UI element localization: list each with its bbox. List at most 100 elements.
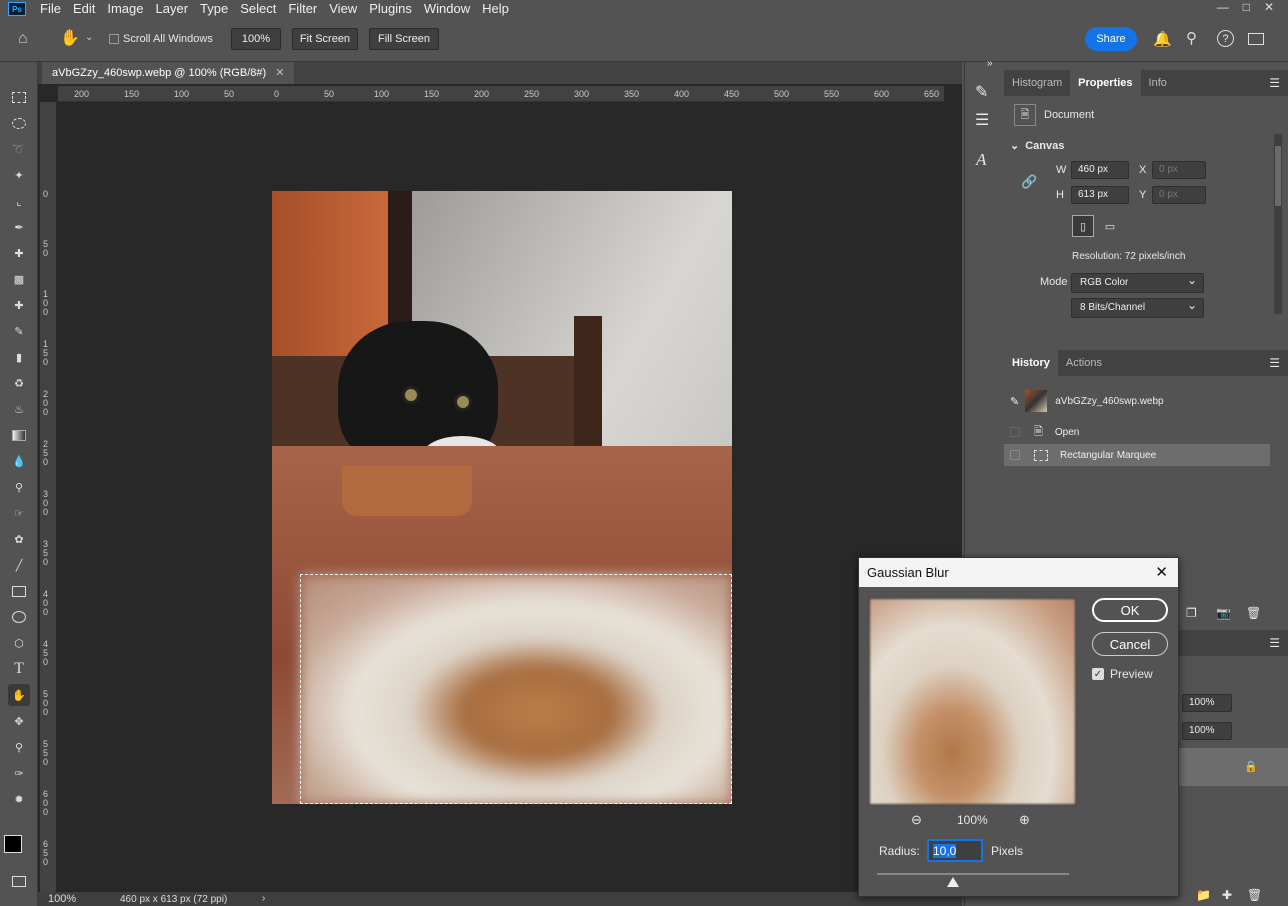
hand-tool-icon[interactable]: ✋	[60, 28, 80, 48]
elliptical-marquee-icon[interactable]	[8, 112, 30, 134]
status-zoom[interactable]: 100%	[48, 893, 76, 905]
zoom-in-icon[interactable]: ⊕	[1019, 812, 1030, 828]
radius-slider-track[interactable]	[877, 873, 1069, 875]
new-document-icon[interactable]: ❐	[1186, 606, 1197, 620]
pen-tool-icon[interactable]: ✑	[8, 762, 30, 784]
y-input[interactable]: 0 px	[1152, 186, 1206, 204]
eyedropper-icon[interactable]: ✒	[8, 216, 30, 238]
blur-preview[interactable]	[869, 598, 1076, 805]
crop-tool-icon[interactable]: ⌞	[8, 190, 30, 212]
menu-item[interactable]: Help	[476, 0, 515, 18]
lock-icon[interactable]: 🔒	[1244, 760, 1258, 773]
history-item[interactable]: Rectangular Marquee	[1004, 444, 1270, 466]
cancel-button[interactable]: Cancel	[1092, 632, 1168, 656]
radius-slider-thumb[interactable]	[947, 877, 959, 887]
close-icon[interactable]: ✕	[1155, 558, 1168, 587]
patch-tool-icon[interactable]: ▩	[8, 268, 30, 290]
menu-item[interactable]: Window	[418, 0, 476, 18]
share-button[interactable]: Share	[1085, 27, 1137, 51]
height-input[interactable]: 613 px	[1071, 186, 1129, 204]
panel-menu-icon[interactable]: ☰	[1269, 636, 1280, 650]
home-icon[interactable]: ⌂	[18, 30, 28, 48]
paint-bucket-icon[interactable]: ♨	[8, 398, 30, 420]
ellipse-tool-icon[interactable]	[8, 606, 30, 628]
tab-properties[interactable]: Properties	[1070, 70, 1141, 96]
blur-tool-icon[interactable]: 💧	[8, 450, 30, 472]
history-item[interactable]: 🗎 Open	[1004, 421, 1270, 443]
chevron-down-icon[interactable]: ⌄	[1010, 139, 1019, 152]
brush-settings-icon[interactable]: ✎	[975, 82, 988, 102]
menu-item[interactable]: Image	[101, 0, 149, 18]
x-input[interactable]: 0 px	[1152, 161, 1206, 179]
new-group-icon[interactable]: 📁	[1196, 888, 1211, 902]
portrait-orientation-button[interactable]: ▯	[1072, 215, 1094, 237]
fit-screen-button[interactable]: Fit Screen	[292, 28, 358, 50]
workspace-icon[interactable]	[1248, 33, 1264, 45]
chevron-right-icon[interactable]: ›	[262, 893, 265, 904]
zoom-out-icon[interactable]: ⊖	[911, 812, 922, 828]
camera-icon[interactable]: 📷	[1216, 606, 1231, 620]
properties-scrollbar[interactable]	[1274, 134, 1282, 314]
image-canvas[interactable]	[272, 191, 732, 804]
menu-item[interactable]: Type	[194, 0, 234, 18]
menu-item[interactable]: File	[34, 0, 67, 18]
hand-tool-icon[interactable]: ✋	[8, 684, 30, 706]
layer-row[interactable]: 🔒	[1178, 748, 1288, 786]
tab-histogram[interactable]: Histogram	[1004, 70, 1070, 96]
bell-icon[interactable]: 🔔	[1153, 30, 1172, 48]
menu-item[interactable]: Layer	[150, 0, 195, 18]
panel-menu-icon[interactable]: ☰	[1269, 76, 1280, 90]
foreground-color-swatch[interactable]	[4, 835, 22, 853]
panel-menu-icon[interactable]: ☰	[1269, 356, 1280, 370]
maximize-icon[interactable]: □	[1243, 0, 1250, 14]
preview-checkbox[interactable]: ✓	[1092, 668, 1104, 680]
collapse-panels-icon[interactable]: »	[987, 58, 993, 69]
landscape-orientation-button[interactable]: ▭	[1099, 215, 1121, 237]
type-tool-icon[interactable]: T	[8, 658, 30, 680]
tab-info[interactable]: Info	[1141, 70, 1175, 96]
menu-item[interactable]: Edit	[67, 0, 101, 18]
document-tab[interactable]: aVbGZzy_460swp.webp @ 100% (RGB/8#) ✕	[42, 62, 295, 84]
line-tool-icon[interactable]: ╱	[8, 554, 30, 576]
smudge-tool-icon[interactable]: ☞	[8, 502, 30, 524]
adjustments-icon[interactable]: ☰	[975, 110, 989, 130]
minimize-icon[interactable]: —	[1217, 0, 1229, 14]
chevron-down-icon[interactable]: ⌄	[85, 32, 93, 43]
healing-brush-icon[interactable]: ✚	[8, 242, 30, 264]
width-input[interactable]: 460 px	[1071, 161, 1129, 179]
menu-item[interactable]: View	[323, 0, 363, 18]
dodge-tool-icon[interactable]: ⚲	[8, 476, 30, 498]
tab-actions[interactable]: Actions	[1058, 350, 1110, 376]
stamp-tool-icon[interactable]: ♻	[8, 372, 30, 394]
marquee-tool-icon[interactable]	[8, 86, 30, 108]
close-tab-icon[interactable]: ✕	[275, 67, 284, 79]
radius-input[interactable]: 10,0	[927, 839, 983, 862]
opacity-input[interactable]: 100%	[1182, 694, 1232, 712]
eraser-tool-icon[interactable]: ▮	[8, 346, 30, 368]
character-icon[interactable]: A	[976, 150, 986, 170]
history-snapshot[interactable]: ✎ aVbGZzy_460swp.webp	[1004, 388, 1270, 414]
search-icon[interactable]: ⚲	[1186, 29, 1197, 47]
marquee-selection[interactable]	[300, 574, 732, 804]
delete-layer-icon[interactable]: 🗑	[1247, 888, 1262, 902]
gradient-tool-icon[interactable]	[8, 424, 30, 446]
tab-history[interactable]: History	[1004, 350, 1058, 376]
bandaid-icon[interactable]: ✚	[8, 294, 30, 316]
polygon-tool-icon[interactable]: ⬡	[8, 632, 30, 654]
app-logo[interactable]: Ps	[8, 2, 26, 16]
zoom-tool-icon[interactable]: ⚲	[8, 736, 30, 758]
magic-wand-icon[interactable]: ✦	[8, 164, 30, 186]
help-icon[interactable]: ?	[1217, 30, 1234, 47]
rectangle-tool-icon[interactable]	[8, 580, 30, 602]
trash-icon[interactable]: 🗑	[1246, 606, 1261, 620]
ok-button[interactable]: OK	[1092, 598, 1168, 622]
new-layer-icon[interactable]: ✚	[1222, 888, 1232, 902]
fill-screen-button[interactable]: Fill Screen	[369, 28, 439, 50]
link-icon[interactable]: 🔗	[1021, 174, 1037, 190]
menu-item[interactable]: Plugins	[363, 0, 418, 18]
fill-input[interactable]: 100%	[1182, 722, 1232, 740]
color-mode-select[interactable]: RGB Color	[1071, 271, 1204, 293]
brush-tool-icon[interactable]: ✎	[8, 320, 30, 342]
color-sampler-icon[interactable]: ✹	[8, 788, 30, 810]
sponge-tool-icon[interactable]: ✿	[8, 528, 30, 550]
